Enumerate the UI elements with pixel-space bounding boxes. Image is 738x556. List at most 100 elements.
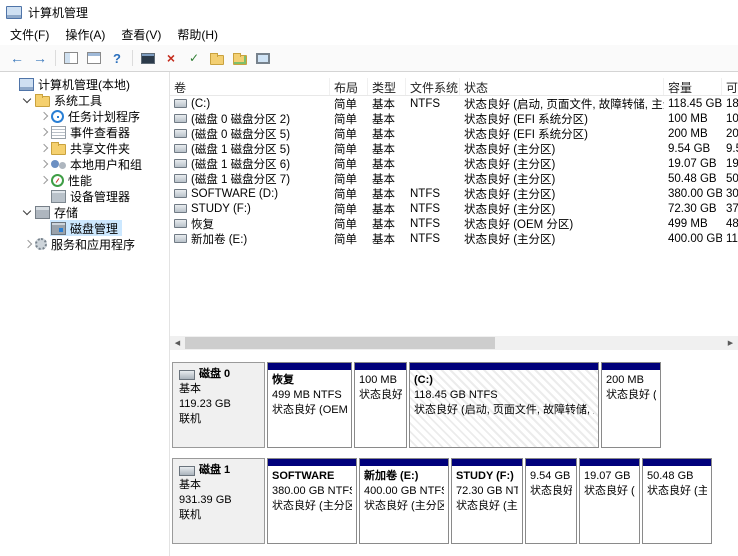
volume-cell-0: (磁盘 0 磁盘分区 2)	[170, 111, 330, 127]
toolbar-delete-button[interactable]: ×	[160, 47, 182, 69]
volume-cell-1: 简单	[330, 156, 368, 172]
toolbar-display-button[interactable]	[252, 47, 274, 69]
volume-cell-1: 简单	[330, 186, 368, 202]
volume-row[interactable]: (磁盘 0 磁盘分区 5)简单基本状态良好 (EFI 系统分区)200 MB20	[170, 126, 738, 141]
partition-name: 新加卷 (E:)	[364, 469, 444, 484]
volume-row[interactable]: SOFTWARE (D:)简单基本NTFS状态良好 (主分区)380.00 GB…	[170, 186, 738, 201]
column-header-0[interactable]: 卷	[170, 78, 330, 95]
tree-item-shared-folders[interactable]: 共享文件夹	[0, 140, 169, 156]
volume-list: 卷布局类型文件系统状态容量可 (C:)简单基本NTFS状态良好 (启动, 页面文…	[170, 72, 738, 350]
menu-file[interactable]: 文件(F)	[2, 24, 57, 45]
column-header-3[interactable]: 文件系统	[406, 78, 460, 95]
toolbar-help-button[interactable]: ?	[106, 47, 128, 69]
volume-row[interactable]: (磁盘 1 磁盘分区 5)简单基本状态良好 (主分区)9.54 GB9.5	[170, 141, 738, 156]
console-tree-panel: 计算机管理(本地)系统工具任务计划程序事件查看器共享文件夹本地用户和组性能设备管…	[0, 72, 170, 556]
scroll-right-icon: ▶	[728, 340, 733, 347]
toolbar-mark-active-button[interactable]: ✓	[183, 47, 205, 69]
toolbar-console-button[interactable]	[137, 47, 159, 69]
partition-block[interactable]: (C:)118.45 GB NTFS状态良好 (启动, 页面文件, 故障转储, …	[409, 362, 599, 448]
partition-block[interactable]: SOFTWARE380.00 GB NTFS状态良好 (主分区)	[267, 458, 357, 544]
chevron-down-icon[interactable]	[20, 93, 34, 107]
tree-item-device-manager[interactable]: 设备管理器	[0, 188, 169, 204]
partition-body: 恢复499 MB NTFS状态良好 (OEM 分区)	[268, 370, 351, 447]
menu-action[interactable]: 操作(A)	[57, 24, 113, 45]
column-header-4[interactable]: 状态	[460, 78, 664, 95]
volume-row[interactable]: STUDY (F:)简单基本NTFS状态良好 (主分区)72.30 GB37	[170, 201, 738, 216]
partition-color-strip	[452, 459, 522, 466]
toolbar-open-folder-button[interactable]	[206, 47, 228, 69]
partition-body: 19.07 GB状态良好 (主分区)	[580, 466, 639, 543]
disk-name-line: 磁盘 1	[179, 463, 258, 478]
tree-item-task-scheduler[interactable]: 任务计划程序	[0, 108, 169, 124]
column-header-2[interactable]: 类型	[368, 78, 406, 95]
volume-cell-3: NTFS	[406, 98, 460, 110]
volume-cell-0: (磁盘 1 磁盘分区 5)	[170, 141, 330, 157]
partition-block[interactable]: 新加卷 (E:)400.00 GB NTFS状态良好 (主分区)	[359, 458, 449, 544]
volume-cell-2: 基本	[368, 171, 406, 187]
volume-cell-1: 简单	[330, 126, 368, 142]
toolbar-back-button[interactable]: ←	[6, 47, 28, 69]
volume-row[interactable]: (磁盘 1 磁盘分区 7)简单基本状态良好 (主分区)50.48 GB50	[170, 171, 738, 186]
volume-row[interactable]: (C:)简单基本NTFS状态良好 (启动, 页面文件, 故障转储, 主分区)11…	[170, 96, 738, 111]
toolbar-properties-button[interactable]	[83, 47, 105, 69]
toolbar-explore-folder-button[interactable]	[229, 47, 251, 69]
disk-row-1: 磁盘 1基本931.39 GB联机SOFTWARE380.00 GB NTFS状…	[172, 458, 738, 544]
menu-view[interactable]: 查看(V)	[113, 24, 169, 45]
volume-row[interactable]: 新加卷 (E:)简单基本NTFS状态良好 (主分区)400.00 GB11	[170, 231, 738, 246]
volume-row[interactable]: (磁盘 1 磁盘分区 6)简单基本状态良好 (主分区)19.07 GB19	[170, 156, 738, 171]
tree-item-system-tools[interactable]: 系统工具	[0, 92, 169, 108]
tree-item-storage[interactable]: 存储	[0, 204, 169, 220]
chevron-down-icon[interactable]	[20, 205, 34, 219]
chevron-right-icon[interactable]	[36, 141, 50, 155]
chevron-right-icon[interactable]	[36, 173, 50, 187]
title-bar: 计算机管理	[0, 0, 738, 24]
volume-cell-5: 118.45 GB	[664, 98, 722, 110]
volume-name: 新加卷 (E:)	[191, 231, 247, 247]
volume-row[interactable]: 恢复简单基本NTFS状态良好 (OEM 分区)499 MB48	[170, 216, 738, 231]
volume-cell-0: STUDY (F:)	[170, 203, 330, 215]
volume-row[interactable]: (磁盘 0 磁盘分区 2)简单基本状态良好 (EFI 系统分区)100 MB10	[170, 111, 738, 126]
toolbar-show-console-tree-button[interactable]	[60, 47, 82, 69]
disk-label[interactable]: 磁盘 1基本931.39 GB联机	[172, 458, 265, 544]
scrollbar-thumb[interactable]	[185, 337, 495, 349]
partition-color-strip	[268, 363, 351, 370]
partition-status: 状态良好 (启动, 页面文件, 故障转储, 主分区)	[414, 403, 594, 418]
partition-block[interactable]: 恢复499 MB NTFS状态良好 (OEM 分区)	[267, 362, 352, 448]
volume-icon	[174, 144, 187, 153]
disk-label[interactable]: 磁盘 0基本119.23 GB联机	[172, 362, 265, 448]
volume-cell-2: 基本	[368, 126, 406, 142]
scrollbar-track[interactable]	[185, 336, 723, 350]
partition-block[interactable]: 50.48 GB状态良好 (主分区)	[642, 458, 712, 544]
tree-item-local-users-groups[interactable]: 本地用户和组	[0, 156, 169, 172]
volume-cell-2: 基本	[368, 156, 406, 172]
volume-cell-6: 11	[722, 233, 738, 245]
volume-cell-1: 简单	[330, 96, 368, 112]
toolbar-forward-button[interactable]: →	[29, 47, 51, 69]
column-header-5[interactable]: 容量	[664, 78, 722, 95]
chevron-right-icon[interactable]	[36, 109, 50, 123]
tree-item-event-viewer[interactable]: 事件查看器	[0, 124, 169, 140]
partition-block[interactable]: 9.54 GB状态良好	[525, 458, 577, 544]
tree-item-computer-management[interactable]: 计算机管理(本地)	[0, 76, 169, 92]
column-header-1[interactable]: 布局	[330, 78, 368, 95]
partition-block[interactable]: 19.07 GB状态良好 (主分区)	[579, 458, 640, 544]
chevron-right-icon[interactable]	[20, 237, 34, 251]
menu-help[interactable]: 帮助(H)	[169, 24, 226, 45]
chevron-right-icon[interactable]	[36, 157, 50, 171]
scroll-left-button[interactable]: ◀	[170, 336, 185, 350]
disk-drive-icon	[179, 466, 195, 476]
tree-item-disk-management[interactable]: 磁盘管理	[0, 220, 169, 236]
tree-node: 事件查看器	[50, 124, 134, 140]
partition-size: 400.00 GB NTFS	[364, 484, 444, 499]
partition-block[interactable]: 200 MB状态良好 (EFI 系统分区)	[601, 362, 661, 448]
partition-block[interactable]: 100 MB状态良好	[354, 362, 407, 448]
main-split: 计算机管理(本地)系统工具任务计划程序事件查看器共享文件夹本地用户和组性能设备管…	[0, 72, 738, 556]
horizontal-scrollbar[interactable]: ◀ ▶	[170, 336, 738, 350]
tree-item-performance[interactable]: 性能	[0, 172, 169, 188]
tree-item-services-apps[interactable]: 服务和应用程序	[0, 236, 169, 252]
partition-block[interactable]: STUDY (F:)72.30 GB NTFS状态良好 (主分区)	[451, 458, 523, 544]
scroll-right-button[interactable]: ▶	[723, 336, 738, 350]
chevron-right-icon[interactable]	[36, 125, 50, 139]
volume-cell-6: 18	[722, 98, 738, 110]
column-header-6[interactable]: 可	[722, 78, 738, 95]
